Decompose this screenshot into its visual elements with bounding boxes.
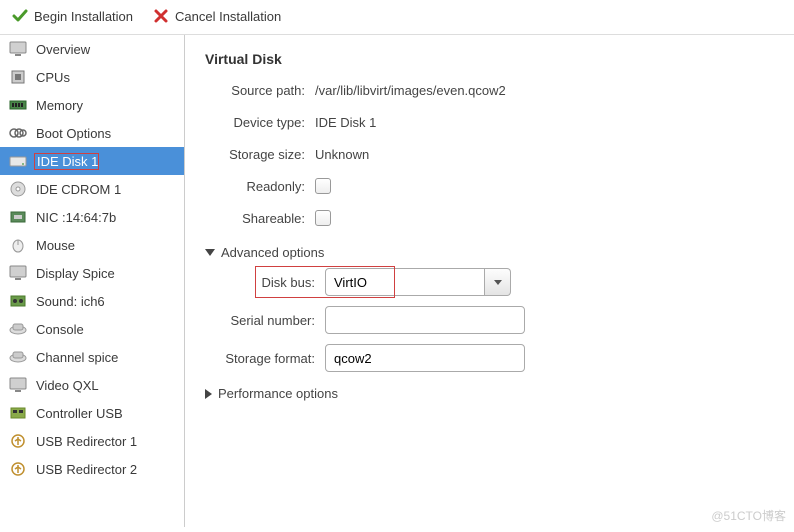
sidebar-item-video-qxl[interactable]: Video QXL [0, 371, 184, 399]
chevron-down-icon [494, 280, 502, 285]
device-type-label: Device type: [205, 115, 315, 130]
sidebar-item-memory[interactable]: Memory [0, 91, 184, 119]
sidebar-item-usb-redirector-1[interactable]: USB Redirector 1 [0, 427, 184, 455]
boot-icon [8, 124, 28, 142]
sidebar-item-label: Overview [36, 42, 90, 57]
sidebar-item-label: USB Redirector 2 [36, 462, 137, 477]
shareable-checkbox[interactable] [315, 210, 331, 226]
main-area: Overview CPUs Memory Boot Options IDE Disk 1… [0, 35, 794, 527]
chevron-right-icon [205, 389, 212, 399]
video-icon [8, 376, 28, 394]
sidebar-item-sound-ich6[interactable]: Sound: ich6 [0, 287, 184, 315]
sidebar-item-ide-disk-1[interactable]: IDE Disk 1 [0, 147, 184, 175]
advanced-options-expander[interactable]: Advanced options [205, 245, 774, 260]
disk-icon [8, 152, 28, 170]
sidebar-item-label: USB Redirector 1 [36, 434, 137, 449]
sidebar-item-overview[interactable]: Overview [0, 35, 184, 63]
console-icon [8, 320, 28, 338]
sidebar-item-label: IDE CDROM 1 [36, 182, 121, 197]
display-icon [8, 264, 28, 282]
disk-bus-label: Disk bus: [205, 275, 325, 290]
usb-icon [8, 432, 28, 450]
storage-size-value: Unknown [315, 147, 369, 162]
sidebar-item-label: Mouse [36, 238, 75, 253]
source-path-label: Source path: [205, 83, 315, 98]
sidebar-item-cpus[interactable]: CPUs [0, 63, 184, 91]
sidebar: Overview CPUs Memory Boot Options IDE Disk 1… [0, 35, 185, 527]
sidebar-item-boot-options[interactable]: Boot Options [0, 119, 184, 147]
performance-options-label: Performance options [218, 386, 338, 401]
performance-options-expander[interactable]: Performance options [205, 386, 774, 401]
serial-number-input[interactable] [325, 306, 525, 334]
storage-format-input[interactable] [325, 344, 525, 372]
sidebar-item-label: Console [36, 322, 84, 337]
disk-bus-input[interactable] [325, 268, 485, 296]
toolbar: Begin Installation Cancel Installation [0, 0, 794, 35]
memory-icon [8, 96, 28, 114]
panel-title: Virtual Disk [205, 51, 774, 67]
serial-number-label: Serial number: [205, 313, 325, 328]
sidebar-item-label: Memory [36, 98, 83, 113]
sidebar-item-nic-14-64-7b[interactable]: NIC :14:64:7b [0, 203, 184, 231]
mouse-icon [8, 236, 28, 254]
cancel-install-button[interactable]: Cancel Installation [153, 8, 281, 24]
sidebar-item-label: CPUs [36, 70, 70, 85]
sidebar-item-mouse[interactable]: Mouse [0, 231, 184, 259]
readonly-checkbox[interactable] [315, 178, 331, 194]
readonly-label: Readonly: [205, 179, 315, 194]
sidebar-item-controller-usb[interactable]: Controller USB [0, 399, 184, 427]
advanced-options-label: Advanced options [221, 245, 324, 260]
check-icon [12, 8, 28, 24]
sidebar-item-label: Channel spice [36, 350, 118, 365]
sidebar-item-label: Video QXL [36, 378, 99, 393]
cpu-icon [8, 68, 28, 86]
cdrom-icon [8, 180, 28, 198]
monitor-icon [8, 40, 28, 58]
channel-icon [8, 348, 28, 366]
storage-size-label: Storage size: [205, 147, 315, 162]
shareable-label: Shareable: [205, 211, 315, 226]
source-path-value: /var/lib/libvirt/images/even.qcow2 [315, 83, 506, 98]
disk-bus-dropdown-button[interactable] [485, 268, 511, 296]
x-icon [153, 8, 169, 24]
sidebar-item-ide-cdrom-1[interactable]: IDE CDROM 1 [0, 175, 184, 203]
sidebar-item-label: IDE Disk 1 [34, 153, 99, 170]
sidebar-item-label: Controller USB [36, 406, 123, 421]
watermark: @51CTO博客 [711, 507, 786, 524]
sidebar-item-usb-redirector-2[interactable]: USB Redirector 2 [0, 455, 184, 483]
sidebar-item-channel-spice[interactable]: Channel spice [0, 343, 184, 371]
sidebar-item-console[interactable]: Console [0, 315, 184, 343]
cancel-install-label: Cancel Installation [175, 9, 281, 24]
chevron-down-icon [205, 249, 215, 256]
details-panel: Virtual Disk Source path: /var/lib/libvi… [185, 35, 794, 527]
sidebar-item-label: Boot Options [36, 126, 111, 141]
sound-icon [8, 292, 28, 310]
begin-install-button[interactable]: Begin Installation [12, 8, 133, 24]
begin-install-label: Begin Installation [34, 9, 133, 24]
sidebar-item-label: Display Spice [36, 266, 115, 281]
sidebar-item-label: Sound: ich6 [36, 294, 105, 309]
nic-icon [8, 208, 28, 226]
storage-format-label: Storage format: [205, 351, 325, 366]
usb-ctrl-icon [8, 404, 28, 422]
device-type-value: IDE Disk 1 [315, 115, 376, 130]
usb-icon [8, 460, 28, 478]
sidebar-item-display-spice[interactable]: Display Spice [0, 259, 184, 287]
sidebar-item-label: NIC :14:64:7b [36, 210, 116, 225]
